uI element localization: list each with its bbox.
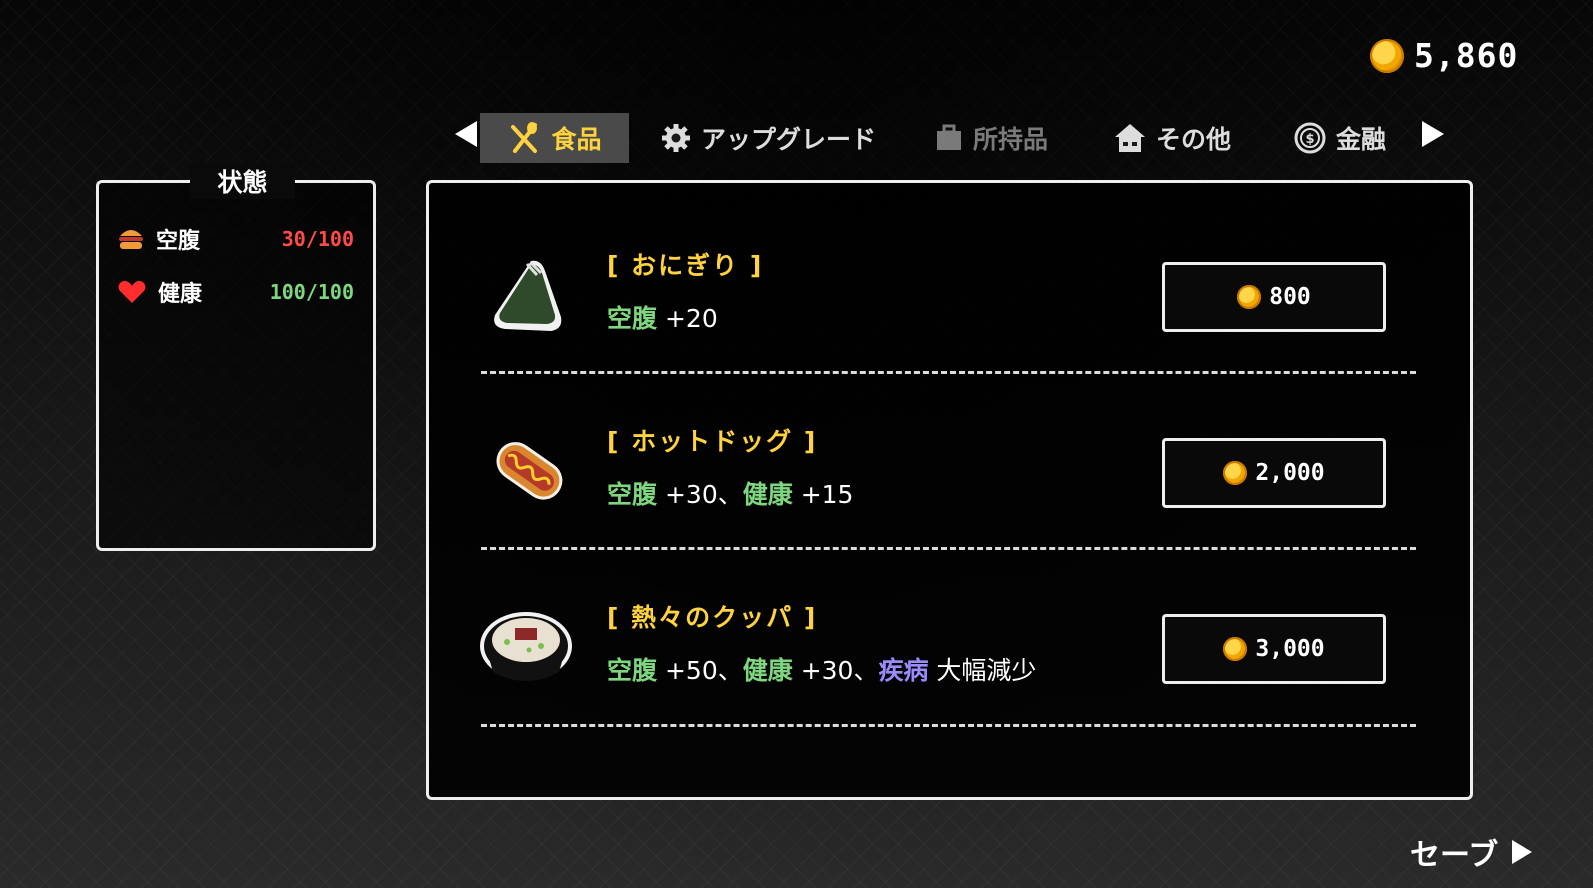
- divider: [481, 371, 1416, 374]
- save-button[interactable]: セーブ: [1410, 830, 1533, 874]
- tab-other-label: その他: [1156, 125, 1232, 154]
- fork-spoon-icon: [511, 122, 538, 153]
- stat-health-value: 100/100: [269, 280, 354, 304]
- tab-food[interactable]: 食品: [480, 113, 629, 163]
- briefcase-icon: [937, 124, 961, 150]
- tab-items[interactable]: 所持品: [921, 113, 1062, 163]
- buy-button[interactable]: 2,000: [1162, 438, 1386, 508]
- item-name: [ おにぎり ]: [607, 251, 764, 280]
- coin-icon: [1223, 461, 1248, 485]
- price-label: 2,000: [1255, 460, 1325, 486]
- svg-text:$: $: [1305, 132, 1314, 147]
- coin-icon: [1237, 285, 1262, 309]
- burger-icon: [119, 230, 143, 249]
- stat-hunger-label: 空腹: [156, 229, 201, 254]
- coin-icon: [1223, 637, 1248, 661]
- tab-next-arrow[interactable]: [1422, 121, 1444, 147]
- divider: [481, 547, 1416, 550]
- buy-button[interactable]: 800: [1162, 262, 1386, 332]
- buy-button[interactable]: 3,000: [1162, 614, 1386, 684]
- tab-upgrade[interactable]: アップグレード: [647, 113, 890, 163]
- tab-finance-label: 金融: [1336, 125, 1387, 154]
- item-name: [ ホットドッグ ]: [607, 427, 818, 456]
- stat-hunger-value: 30/100: [281, 227, 354, 251]
- tab-finance[interactable]: $ 金融: [1280, 113, 1400, 163]
- tab-upgrade-label: アップグレード: [701, 125, 877, 154]
- tab-food-label: 食品: [551, 125, 602, 154]
- price-label: 800: [1269, 284, 1311, 310]
- tab-items-label: 所持品: [973, 125, 1049, 154]
- price-label: 3,000: [1255, 636, 1325, 662]
- hotdog-icon: [496, 442, 563, 500]
- play-arrow-icon: [1512, 840, 1533, 864]
- save-label: セーブ: [1410, 838, 1499, 873]
- item-effect: 空腹 +20: [607, 304, 718, 333]
- gear-icon: [662, 124, 690, 152]
- heart-icon: [118, 280, 146, 303]
- dollar-coin-icon: $: [1294, 122, 1326, 154]
- stat-hunger: 空腹 30/100: [118, 223, 354, 255]
- tab-other[interactable]: その他: [1100, 113, 1245, 163]
- coin-counter: 5,860: [1370, 36, 1518, 75]
- onigiri-icon: [494, 260, 562, 331]
- stat-health: 健康 100/100: [118, 276, 354, 308]
- stat-health-label: 健康: [158, 282, 203, 307]
- item-effect: 空腹 +30、健康 +15: [607, 480, 854, 509]
- status-title: 状態: [190, 163, 295, 199]
- coin-icon: [1370, 38, 1404, 73]
- house-icon: [1115, 124, 1145, 152]
- tab-prev-arrow[interactable]: [455, 121, 477, 147]
- divider: [481, 724, 1416, 727]
- coin-count: 5,860: [1414, 36, 1519, 75]
- item-effect: 空腹 +50、健康 +30、疾病 大幅減少: [607, 656, 1037, 685]
- item-name: [ 熱々のクッパ ]: [607, 603, 818, 632]
- gukbap-bowl-icon: [480, 612, 572, 681]
